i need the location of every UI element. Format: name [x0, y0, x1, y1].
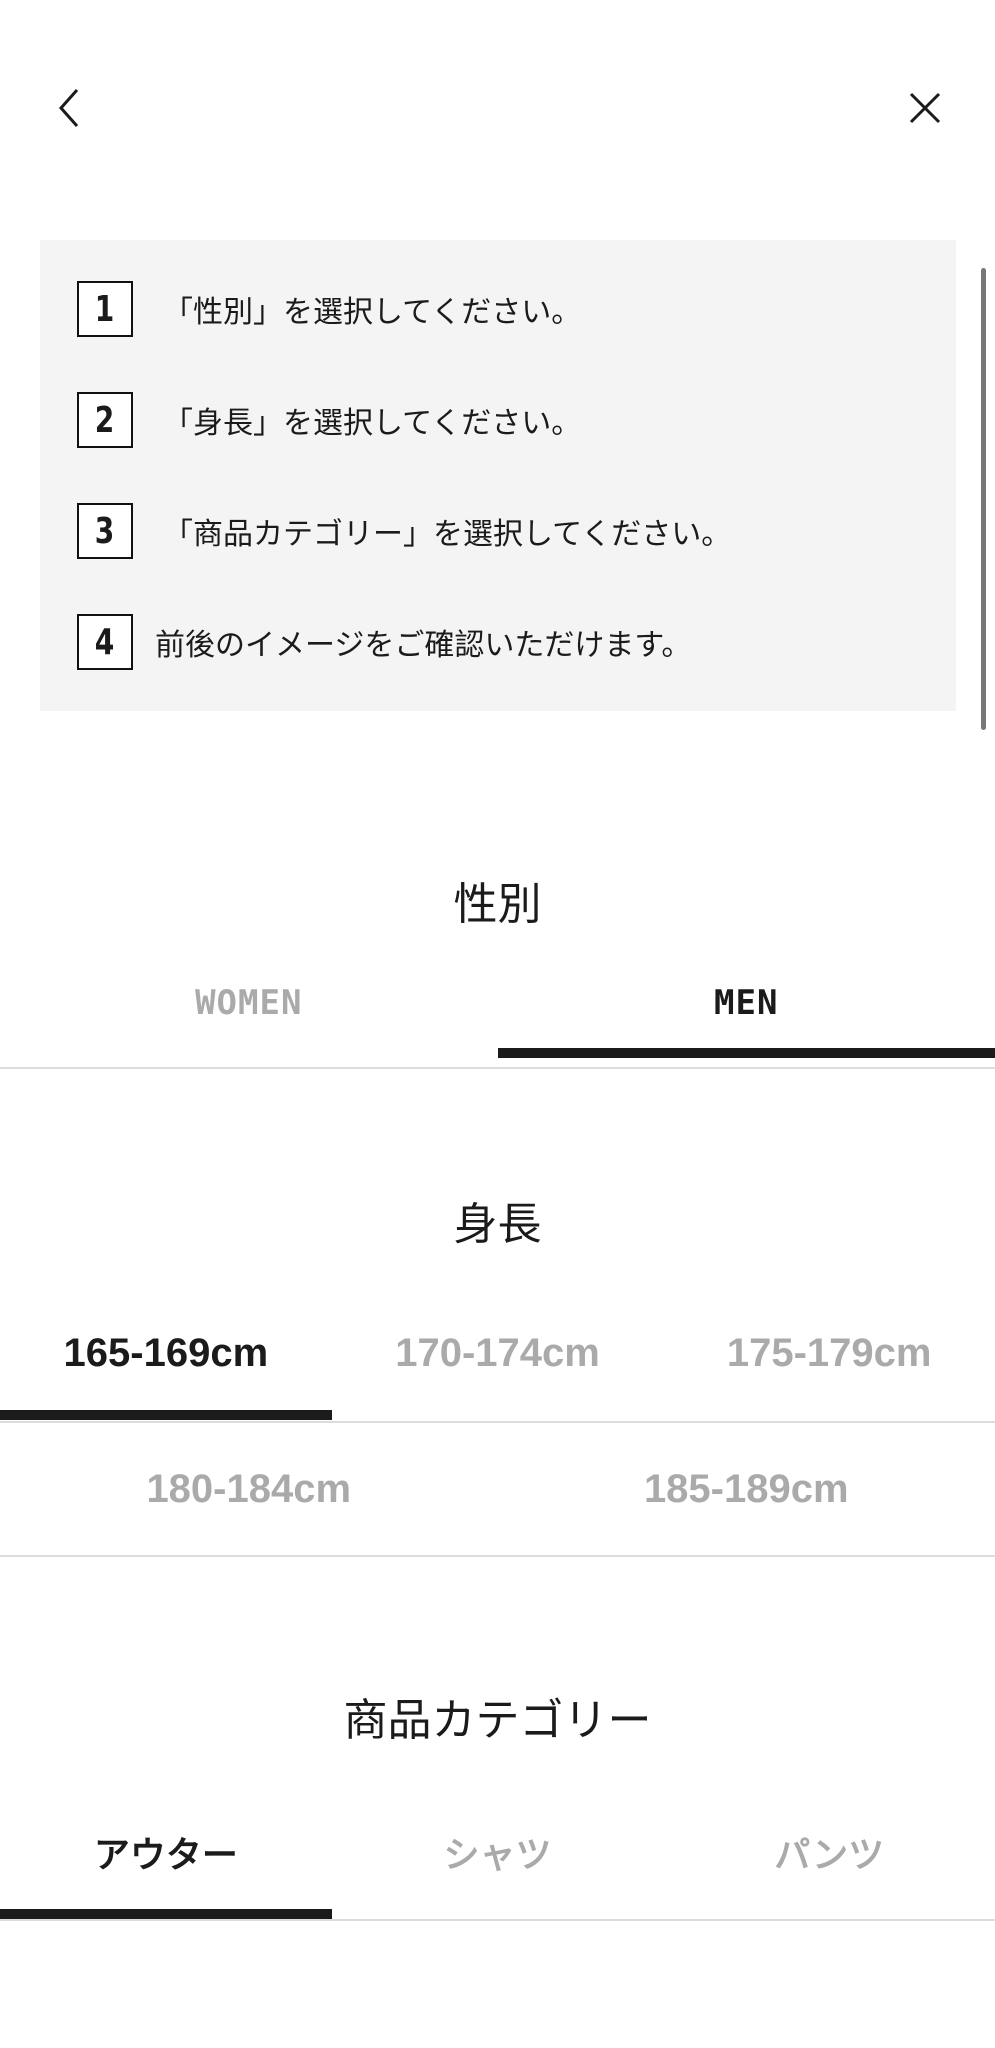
chevron-left-icon [58, 89, 79, 127]
gender-section-title: 性別 [453, 879, 542, 930]
height-option-170-174[interactable]: 170-174cm [332, 1286, 664, 1420]
close-button[interactable] [895, 78, 955, 138]
height-option-175-179[interactable]: 175-179cm [663, 1286, 995, 1420]
height-option-165-169[interactable]: 165-169cm [0, 1286, 332, 1420]
step-number-badge: 4 [77, 614, 133, 670]
height-section-title: 身長 [453, 1199, 542, 1250]
header [0, 0, 995, 215]
gender-tabs: WOMEN MEN [0, 948, 995, 1058]
category-option-shirts[interactable]: シャツ [332, 1785, 664, 1919]
instruction-step-3: 3 「商品カテゴリー」を選択してください。 [77, 500, 731, 562]
instruction-step-4: 4 前後のイメージをご確認いただけます。 [77, 611, 691, 673]
divider [0, 1067, 995, 1069]
tab-women[interactable]: WOMEN [0, 948, 498, 1058]
back-button[interactable] [40, 78, 100, 138]
instructions-panel: 1 「性別」を選択してください。 2 「身長」を選択してください。 3 「商品カ… [40, 240, 956, 711]
instruction-step-1: 1 「性別」を選択してください。 [77, 278, 581, 340]
height-tabs-row-2: 180-184cm 185-189cm [0, 1423, 995, 1555]
height-tabs-row-1: 165-169cm 170-174cm 175-179cm [0, 1286, 995, 1420]
tab-men[interactable]: MEN [497, 948, 995, 1058]
scrollbar[interactable] [981, 268, 986, 730]
divider [0, 1555, 995, 1557]
step-text: 「身長」を選択してください。 [163, 406, 582, 441]
category-option-pants[interactable]: パンツ [663, 1785, 995, 1919]
step-number-badge: 2 [77, 392, 133, 448]
divider [0, 1919, 995, 1921]
step-text: 「性別」を選択してください。 [163, 295, 582, 330]
step-number-badge: 3 [77, 503, 133, 559]
height-option-185-189[interactable]: 185-189cm [498, 1423, 995, 1555]
step-text: 「商品カテゴリー」を選択してください。 [163, 517, 732, 552]
category-option-outer[interactable]: アウター [0, 1785, 332, 1919]
close-icon [909, 92, 941, 124]
instruction-step-2: 2 「身長」を選択してください。 [77, 389, 581, 451]
category-section-title: 商品カテゴリー [343, 1695, 652, 1746]
step-text: 前後のイメージをご確認いただけます。 [155, 628, 692, 663]
category-tabs: アウター シャツ パンツ [0, 1785, 995, 1919]
height-option-180-184[interactable]: 180-184cm [0, 1423, 498, 1555]
step-number-badge: 1 [77, 281, 133, 337]
